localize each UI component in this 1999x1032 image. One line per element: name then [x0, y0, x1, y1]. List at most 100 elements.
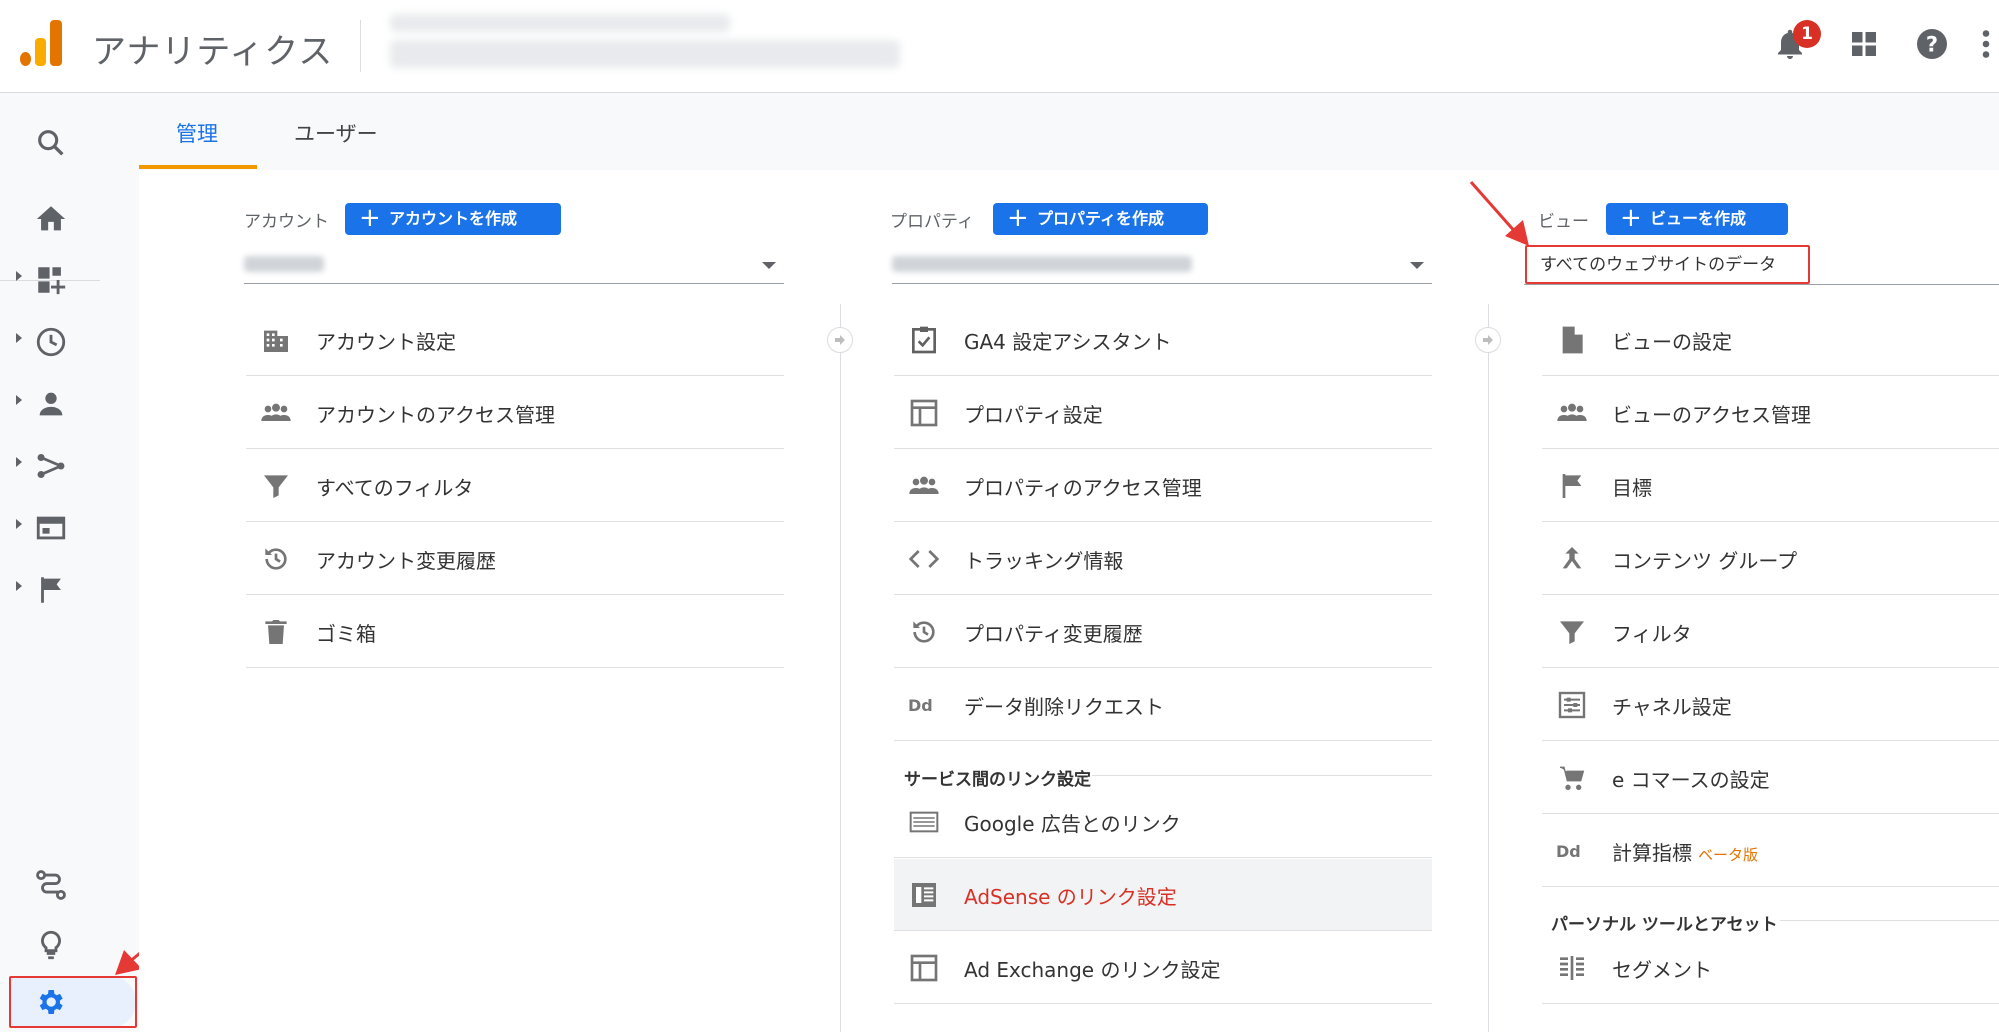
view-column-label: ビュー: [1538, 212, 1589, 232]
home-icon[interactable]: [34, 202, 68, 236]
create-view-button[interactable]: + ビューを作成: [1606, 203, 1788, 235]
adsense-link-item[interactable]: AdSense のリンク設定: [894, 859, 1432, 931]
account-settings-item[interactable]: アカウント設定: [246, 304, 784, 376]
beta-badge: ベータ版: [1698, 846, 1759, 864]
create-property-button[interactable]: + プロパティを作成: [993, 203, 1208, 235]
property-access-item[interactable]: プロパティのアクセス管理: [894, 450, 1432, 522]
ga4-setup-assistant-label: GA4 設定アシスタント: [964, 330, 1172, 354]
filter-icon: [264, 475, 288, 498]
channel-settings-item[interactable]: チャネル設定: [1542, 669, 1999, 741]
acquisition-expand-caret[interactable]: [16, 457, 22, 467]
plus-icon: +: [1007, 203, 1029, 233]
annotation-box-view: [1525, 245, 1810, 284]
all-filters-label: すべてのフィルタ: [316, 476, 474, 500]
content-grouping-label: コンテンツ グループ: [1612, 549, 1798, 573]
conversions-expand-caret[interactable]: [16, 581, 22, 591]
tab-user[interactable]: ユーザー: [294, 118, 378, 148]
view-filters-label: フィルタ: [1612, 622, 1692, 646]
create-account-label: アカウントを作成: [389, 209, 518, 228]
section-rule: [1092, 775, 1432, 776]
segment-icon: [1560, 956, 1584, 980]
dd-icon: Dd: [1556, 842, 1581, 861]
create-property-label: プロパティを作成: [1037, 209, 1165, 228]
account-selector[interactable]: [244, 246, 784, 284]
property-history-label: プロパティ変更履歴: [964, 622, 1143, 646]
help-icon[interactable]: ?: [1914, 26, 1950, 62]
content-group-icon: [1562, 547, 1582, 569]
property-history-item[interactable]: プロパティ変更履歴: [894, 596, 1432, 668]
people-icon: [909, 476, 939, 494]
content-grouping-item[interactable]: コンテンツ グループ: [1542, 523, 1999, 595]
google-ads-link-label: Google 広告とのリンク: [964, 812, 1181, 836]
tracking-info-item[interactable]: トラッキング情報: [894, 523, 1432, 595]
channel-settings-label: チャネル設定: [1612, 695, 1732, 719]
arrow-right-circle-icon: [1475, 327, 1501, 353]
account-access-item[interactable]: アカウントのアクセス管理: [246, 377, 784, 449]
apps-grid-icon[interactable]: [1846, 26, 1882, 62]
view-access-item[interactable]: ビューのアクセス管理: [1542, 377, 1999, 449]
clock-icon[interactable]: [34, 325, 68, 359]
ga4-setup-assistant-item[interactable]: GA4 設定アシスタント: [894, 304, 1432, 376]
person-icon[interactable]: [34, 387, 68, 421]
google-ads-link-item[interactable]: Google 広告とのリンク: [894, 786, 1432, 858]
goals-item[interactable]: 目標: [1542, 450, 1999, 522]
history-icon: [913, 621, 935, 643]
layout-icon: [910, 399, 938, 427]
segments-label: セグメント: [1612, 958, 1712, 982]
all-filters-item[interactable]: すべてのフィルタ: [246, 450, 784, 522]
notification-badge[interactable]: 1: [1793, 20, 1821, 48]
segments-item[interactable]: セグメント: [1542, 932, 1999, 1004]
plus-icon: +: [359, 203, 381, 233]
adsense-link-label: AdSense のリンク設定: [964, 885, 1177, 909]
ecommerce-settings-label: e コマースの設定: [1612, 768, 1770, 792]
annotation-arrow-view: [1469, 181, 1529, 246]
tab-admin[interactable]: 管理: [176, 118, 218, 148]
search-icon[interactable]: [34, 126, 68, 160]
property-settings-item[interactable]: プロパティ設定: [894, 377, 1432, 449]
customization-expand-caret[interactable]: [16, 271, 22, 281]
arrow-right-circle-icon: [827, 327, 853, 353]
account-name-blurred: [244, 256, 324, 272]
behavior-icon[interactable]: [34, 511, 68, 545]
analytics-logo-icon[interactable]: [20, 20, 62, 66]
property-access-label: プロパティのアクセス管理: [964, 476, 1202, 500]
people-icon: [1557, 403, 1587, 421]
view-settings-item[interactable]: ビューの設定: [1542, 304, 1999, 376]
view-name-blurred[interactable]: [390, 40, 900, 68]
section-rule: [1780, 920, 1999, 921]
customization-icon[interactable]: [34, 263, 68, 297]
account-breadcrumb-blurred[interactable]: [390, 14, 730, 32]
ecommerce-settings-item[interactable]: e コマースの設定: [1542, 742, 1999, 814]
create-account-button[interactable]: + アカウントを作成: [345, 203, 561, 235]
flag-icon[interactable]: [34, 573, 68, 607]
property-selector[interactable]: [892, 246, 1432, 284]
behavior-expand-caret[interactable]: [16, 519, 22, 529]
view-settings-label: ビューの設定: [1612, 330, 1732, 354]
ad-exchange-link-item[interactable]: Ad Exchange のリンク設定: [894, 932, 1432, 1004]
ads-icon: [909, 811, 939, 833]
calculated-metrics-item[interactable]: Dd 計算指標 ベータ版: [1542, 815, 1999, 887]
audience-expand-caret[interactable]: [16, 395, 22, 405]
more-vert-icon[interactable]: [1976, 26, 1996, 62]
title-separator: [360, 20, 361, 72]
adsense-icon: [912, 883, 936, 907]
account-history-item[interactable]: アカウント変更履歴: [246, 523, 784, 595]
property-name-blurred: [892, 256, 1192, 272]
document-icon: [1562, 326, 1583, 354]
data-deletion-item[interactable]: Dd データ削除リクエスト: [894, 669, 1432, 741]
trash-item[interactable]: ゴミ箱: [246, 596, 784, 668]
code-icon: [908, 550, 940, 568]
calculated-metrics-text: 計算指標: [1612, 841, 1692, 865]
attribution-icon[interactable]: [34, 868, 68, 902]
lightbulb-icon[interactable]: [34, 928, 68, 962]
realtime-expand-caret[interactable]: [16, 333, 22, 343]
account-settings-label: アカウント設定: [316, 330, 456, 354]
ad-exchange-link-label: Ad Exchange のリンク設定: [964, 958, 1221, 982]
top-bar: アナリティクス 1 ?: [0, 0, 1999, 93]
active-tab-indicator: [139, 165, 257, 169]
view-filters-item[interactable]: フィルタ: [1542, 596, 1999, 668]
calculated-metrics-label: 計算指標 ベータ版: [1612, 837, 1758, 866]
history-icon: [265, 548, 287, 570]
acquisition-icon[interactable]: [34, 449, 68, 483]
data-deletion-label: データ削除リクエスト: [964, 695, 1164, 719]
